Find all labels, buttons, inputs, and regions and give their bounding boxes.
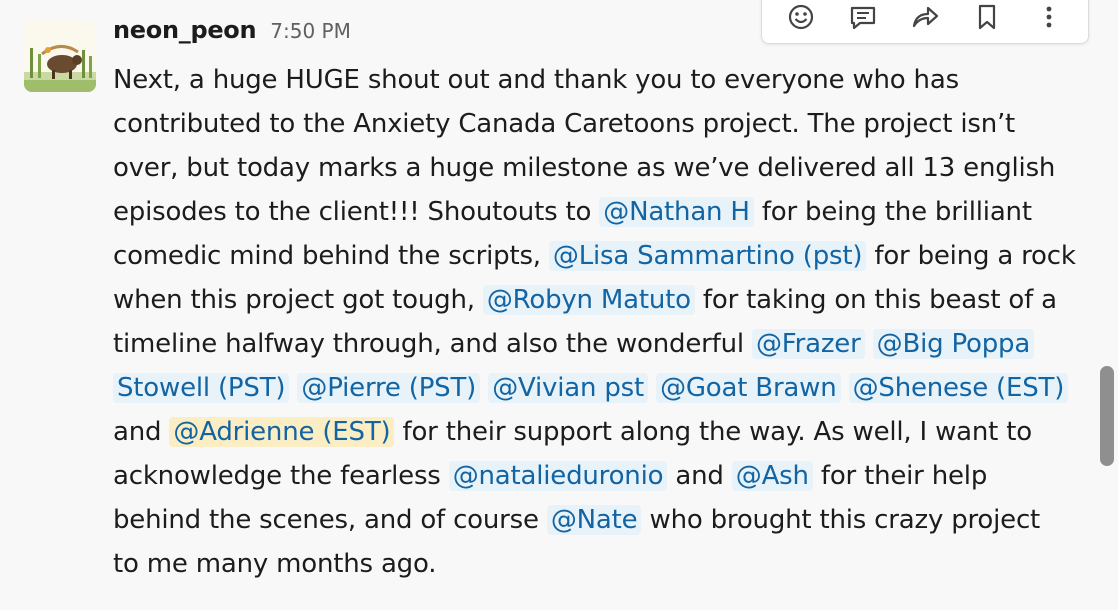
- message-line: acknowledge the fearless @natalieduronio…: [113, 454, 1088, 498]
- reply-in-thread-button[interactable]: [841, 0, 885, 39]
- message-line: Stowell (PST) @Pierre (PST) @Vivian pst …: [113, 366, 1088, 410]
- message-text: to me many months ago.: [113, 549, 437, 579]
- user-mention[interactable]: @Lisa Sammartino (pst): [548, 241, 867, 271]
- emoji-icon: [788, 4, 814, 30]
- message-text: for taking on this beast of a: [694, 285, 1057, 315]
- message: neon_peon 7:50 PM Next, a huge HUGE shou…: [0, 0, 1100, 610]
- scrollbar-thumb[interactable]: [1100, 366, 1114, 466]
- self-mention[interactable]: @Adrienne (EST): [169, 417, 395, 447]
- message-line: over, but today marks a huge milestone a…: [113, 146, 1088, 190]
- message-text: [480, 373, 488, 403]
- message-text: who brought this crazy project: [641, 505, 1041, 535]
- user-mention[interactable]: @Goat Brawn: [656, 373, 841, 403]
- message-line: comedic mind behind the scripts, @Lisa S…: [113, 234, 1088, 278]
- message-line: and @Adrienne (EST) for their support al…: [113, 410, 1088, 454]
- message-text: for being the brilliant: [753, 197, 1032, 227]
- message-text: and: [667, 461, 732, 491]
- user-mention[interactable]: @Robyn Matuto: [482, 285, 695, 315]
- message-text: comedic mind behind the scripts,: [113, 241, 549, 271]
- user-mention[interactable]: @Vivian pst: [488, 373, 648, 403]
- message-text: for their help: [812, 461, 988, 491]
- message-text: for their support along the way. As well…: [394, 417, 1033, 447]
- message-body: Next, a huge HUGE shout out and thank yo…: [113, 58, 1088, 586]
- message-line: Next, a huge HUGE shout out and thank yo…: [113, 58, 1088, 102]
- user-mention[interactable]: @Big Poppa: [872, 329, 1035, 359]
- message-line: behind the scenes, and of course @Nate w…: [113, 498, 1088, 542]
- user-mention[interactable]: @Nate: [546, 505, 642, 535]
- timestamp[interactable]: 7:50 PM: [270, 19, 351, 43]
- message-text: Next, a huge HUGE shout out and thank yo…: [113, 65, 959, 95]
- message-text: timeline halfway through, and also the w…: [113, 329, 752, 359]
- user-mention[interactable]: @Shenese (EST): [848, 373, 1069, 403]
- message-text: acknowledge the fearless: [113, 461, 449, 491]
- message-text: episodes to the client!!! Shoutouts to: [113, 197, 600, 227]
- message-text: over, but today marks a huge milestone a…: [113, 153, 1056, 183]
- bookmark-icon: [978, 4, 996, 30]
- save-message-button[interactable]: [965, 0, 1009, 39]
- message-line: episodes to the client!!! Shoutouts to @…: [113, 190, 1088, 234]
- message-text: [841, 373, 849, 403]
- message-text: for being a rock: [866, 241, 1076, 271]
- message-line: when this project got tough, @Robyn Matu…: [113, 278, 1088, 322]
- message-text: contributed to the Anxiety Canada Careto…: [113, 109, 1016, 139]
- user-mention[interactable]: @Nathan H: [599, 197, 754, 227]
- username[interactable]: neon_peon: [113, 16, 257, 44]
- message-line: timeline halfway through, and also the w…: [113, 322, 1088, 366]
- message-line: to me many months ago.: [113, 542, 1088, 586]
- user-mention[interactable]: @Pierre (PST): [297, 373, 481, 403]
- user-mention[interactable]: @Ash: [731, 461, 813, 491]
- message-text: [865, 329, 873, 359]
- more-icon: [1046, 6, 1052, 28]
- share-message-button[interactable]: [903, 0, 947, 39]
- add-reaction-button[interactable]: [779, 0, 823, 39]
- message-text: behind the scenes, and of course: [113, 505, 547, 535]
- thread-icon: [850, 6, 876, 30]
- user-mention[interactable]: @Frazer: [751, 329, 865, 359]
- user-mention[interactable]: @natalieduronio: [448, 461, 668, 491]
- message-actions-toolbar: [761, 0, 1089, 44]
- message-line: contributed to the Anxiety Canada Careto…: [113, 102, 1088, 146]
- message-text: and: [113, 417, 170, 447]
- message-text: [648, 373, 656, 403]
- user-mention[interactable]: Stowell (PST): [113, 373, 290, 403]
- message-header: neon_peon 7:50 PM: [113, 16, 351, 56]
- avatar-image: [24, 20, 96, 92]
- share-icon: [912, 6, 939, 28]
- more-actions-button[interactable]: [1027, 0, 1071, 39]
- avatar[interactable]: [24, 20, 96, 92]
- message-text: when this project got tough,: [113, 285, 483, 315]
